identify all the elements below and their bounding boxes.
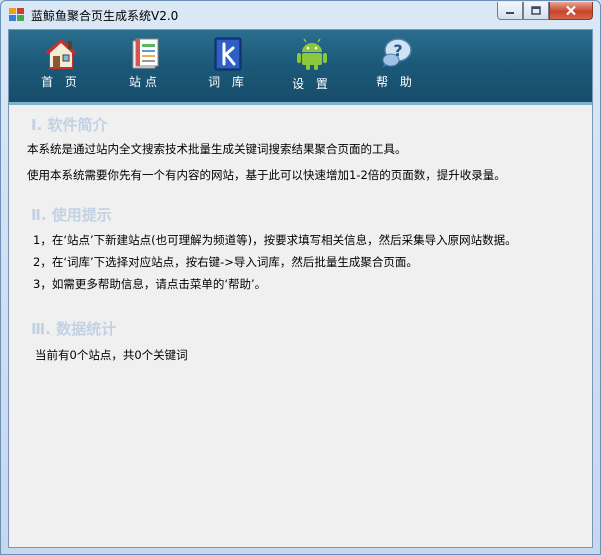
help-icon: ? <box>382 38 412 68</box>
minimize-icon <box>506 11 514 14</box>
stats-summary: 当前有0个站点，共0个关键词 <box>35 348 188 362</box>
app-window: 蓝鲸鱼聚合页生成系统V2.0 首 页 站点 词 库 设 置 ? 帮 助 Ⅰ. 软… <box>0 0 601 555</box>
close-button[interactable] <box>549 2 593 20</box>
toolbar-home-label: 首 页 <box>41 75 81 89</box>
tips-line-2: 2，在‘词库’下选择对应站点，按右键->导入词库，然后批量生成聚合页面。 <box>33 255 418 269</box>
house-icon <box>45 39 77 69</box>
close-icon <box>566 5 576 16</box>
app-icon <box>9 8 24 21</box>
intro-line-2: 使用本系统需要你先有一个有内容的网站，基于此可以快速增加1-2倍的页面数，提升收… <box>27 168 506 182</box>
books-icon <box>132 38 159 69</box>
toolbar-lexicon-button[interactable]: 词 库 <box>198 36 258 94</box>
svg-text:?: ? <box>393 41 402 60</box>
section-title-stats: Ⅲ. 数据统计 <box>31 320 117 338</box>
toolbar-help-button[interactable]: ? 帮 助 <box>366 36 426 94</box>
toolbar-settings-label: 设 置 <box>292 77 332 91</box>
toolbar-site-button[interactable]: 站点 <box>115 36 175 94</box>
maximize-button[interactable] <box>523 2 549 20</box>
toolbar-settings-button[interactable]: 设 置 <box>282 36 342 94</box>
toolbar-home-button[interactable]: 首 页 <box>31 36 91 94</box>
section-title-intro: Ⅰ. 软件简介 <box>31 116 108 134</box>
title-bar[interactable]: 蓝鲸鱼聚合页生成系统V2.0 <box>1 1 600 29</box>
toolbar-help-label: 帮 助 <box>376 75 416 89</box>
tips-line-1: 1，在‘站点’下新建站点(也可理解为频道等)，按要求填写相关信息，然后采集导入原… <box>33 233 517 247</box>
client-area: 首 页 站点 词 库 设 置 ? 帮 助 Ⅰ. 软件简介 本系统是通过站内全文搜… <box>8 29 593 548</box>
toolbar-site-label: 站点 <box>128 75 161 89</box>
toolbar-lexicon-label: 词 库 <box>208 75 248 89</box>
minimize-button[interactable] <box>497 2 523 20</box>
intro-line-1: 本系统是通过站内全文搜索技术批量生成关键词搜索结果聚合页面的工具。 <box>27 142 407 156</box>
android-icon <box>297 38 327 70</box>
section-title-tips: Ⅱ. 使用提示 <box>31 206 112 224</box>
maximize-icon <box>531 6 541 15</box>
window-title: 蓝鲸鱼聚合页生成系统V2.0 <box>31 9 179 23</box>
window-controls <box>497 2 593 20</box>
letter-k-icon <box>214 37 242 71</box>
tips-line-3: 3，如需更多帮助信息，请点击菜单的‘帮助’。 <box>33 277 267 291</box>
main-toolbar: 首 页 站点 词 库 设 置 ? 帮 助 <box>9 30 592 105</box>
